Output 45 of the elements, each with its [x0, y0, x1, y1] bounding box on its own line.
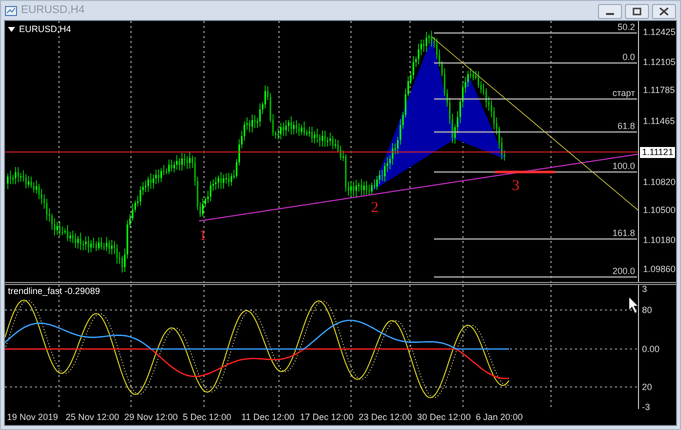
indicator-axis-label: 20 [642, 383, 652, 392]
time-axis-label: 25 Nov 12:00 [66, 412, 120, 422]
fibonacci-level-label: 0.0 [622, 53, 635, 62]
indicator-axis-label: 0.00 [642, 345, 660, 354]
indicator-axis-label: -3 [642, 403, 650, 412]
current-price-label: 1.11121 [640, 147, 676, 158]
indicator-axis-label: 3 [642, 285, 648, 294]
fibonacci-level-label: 161.8 [612, 229, 635, 238]
time-axis-label: 11 Dec 12:00 [241, 412, 294, 422]
price-axis-label: 1.10180 [643, 236, 676, 245]
fibonacci-level-label: 200.0 [612, 267, 635, 276]
close-icon [659, 7, 669, 16]
wave-point-label: 2 [371, 201, 378, 216]
price-axis-label: 1.12105 [643, 58, 676, 67]
wave-point-label: 1 [199, 229, 206, 244]
dropdown-arrow-icon[interactable] [8, 27, 15, 32]
maximize-icon [632, 7, 642, 16]
time-axis-label: 6 Jan 20:00 [476, 412, 523, 422]
time-axis-label: 17 Dec 12:00 [300, 412, 354, 422]
fibonacci-level-label: 100.0 [612, 162, 635, 171]
chart-window-icon [5, 4, 17, 16]
symbol-label: EURUSD,H4 [19, 25, 72, 34]
fibonacci-level-label: старт [612, 89, 635, 98]
close-button[interactable] [652, 4, 676, 19]
maximize-button[interactable] [625, 4, 649, 19]
indicator-label: trendline_fast -0.29089 [8, 287, 100, 296]
price-axis-label: 1.10820 [643, 178, 676, 187]
fibonacci-level-label: 50.2 [617, 23, 635, 32]
time-axis-label: 19 Nov 2019 [7, 412, 58, 422]
mouse-pointer-icon [629, 297, 638, 313]
price-axis-label: 1.10500 [643, 206, 676, 215]
time-axis-label: 30 Dec 12:00 [417, 412, 471, 422]
wave-point-label: 3 [512, 179, 520, 194]
minimize-button[interactable] [598, 4, 622, 19]
price-axis-label: 1.09860 [643, 265, 676, 274]
price-axis-label: 1.12425 [643, 28, 676, 37]
price-axis-label: 1.11465 [643, 117, 675, 126]
price-axis-label: 1.11785 [643, 86, 675, 95]
time-axis-label: 29 Nov 12:00 [124, 412, 178, 422]
window-title: EURUSD,H4 [21, 3, 85, 18]
time-axis-label: 5 Dec 12:00 [182, 412, 232, 422]
indicator-axis-label: 80 [642, 306, 652, 315]
time-axis-label: 23 Dec 12:00 [358, 412, 412, 422]
target-line [495, 170, 555, 174]
fibonacci-level-label: 61.8 [617, 122, 635, 131]
